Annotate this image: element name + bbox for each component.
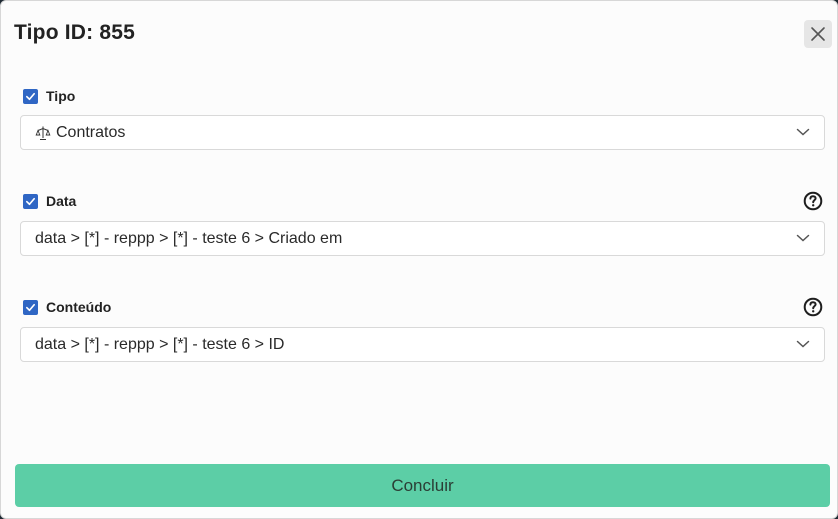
submit-button[interactable]: Concluir <box>15 464 830 507</box>
help-icon[interactable] <box>803 191 823 211</box>
tipo-label: Tipo <box>46 88 76 104</box>
conteudo-select-value: data > [*] - reppp > [*] - teste 6 > ID <box>35 335 285 353</box>
check-icon <box>26 197 35 205</box>
chevron-down-icon <box>796 340 810 348</box>
conteudo-checkbox[interactable] <box>23 299 38 315</box>
data-label: Data <box>46 193 77 209</box>
tipo-checkbox[interactable] <box>23 88 38 104</box>
data-select[interactable]: data > [*] - reppp > [*] - teste 6 > Cri… <box>20 221 825 256</box>
check-icon <box>26 92 35 100</box>
chevron-down-icon <box>796 128 810 136</box>
check-icon <box>26 303 35 311</box>
field-data-header: Data <box>23 192 76 210</box>
help-icon[interactable] <box>803 297 823 317</box>
modal-dialog: Tipo ID: 855 Tipo Contratos Data data > … <box>0 0 838 519</box>
scale-icon <box>35 126 51 140</box>
field-tipo-header: Tipo <box>23 87 75 105</box>
data-select-value: data > [*] - reppp > [*] - teste 6 > Cri… <box>35 229 343 247</box>
field-conteudo-header: Conteúdo <box>23 298 111 316</box>
data-checkbox[interactable] <box>23 193 38 209</box>
tipo-select-value: Contratos <box>56 123 126 141</box>
close-button[interactable] <box>804 20 832 48</box>
conteudo-select[interactable]: data > [*] - reppp > [*] - teste 6 > ID <box>20 327 825 362</box>
close-icon <box>811 27 825 41</box>
modal-title: Tipo ID: 855 <box>14 21 136 44</box>
conteudo-label: Conteúdo <box>46 299 112 315</box>
chevron-down-icon <box>796 234 810 242</box>
tipo-select[interactable]: Contratos <box>20 115 825 150</box>
